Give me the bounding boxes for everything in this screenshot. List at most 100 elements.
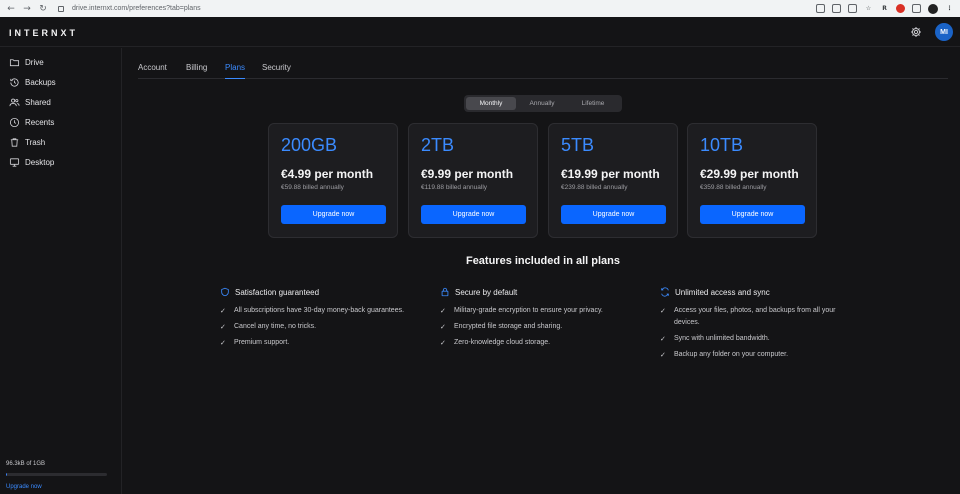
extensions-puzzle-icon[interactable] <box>912 4 921 13</box>
list-item: ✓ Premium support. <box>220 337 420 349</box>
check-icon: ✓ <box>660 351 666 359</box>
back-icon[interactable]: ← <box>6 4 16 14</box>
plan-price: €19.99 per month <box>561 167 660 181</box>
list-item: ✓ Access your files, photos, and backups … <box>660 305 860 329</box>
feature-heading: Unlimited access and sync <box>660 285 860 299</box>
feature-text: Zero-knowledge cloud storage. <box>454 339 551 346</box>
tab-billing[interactable]: Billing <box>186 63 207 79</box>
upgrade-now-button[interactable]: Upgrade now <box>421 205 526 224</box>
sidebar-item-shared[interactable]: Shared <box>9 95 51 109</box>
tab-account[interactable]: Account <box>138 63 167 79</box>
browser-toolbar: ← → ↻ drive.internxt.com/preferences?tab… <box>0 0 960 17</box>
period-annually-button[interactable]: Annually <box>516 97 568 110</box>
plan-billed-annually: €359.88 billed annually <box>700 184 767 191</box>
list-item: ✓ Sync with unlimited bandwidth. <box>660 333 860 345</box>
folder-icon <box>9 58 20 66</box>
feature-heading-label: Unlimited access and sync <box>675 287 770 297</box>
storage-progress-bar <box>6 473 107 476</box>
sidebar-item-label: Drive <box>25 57 44 67</box>
period-monthly-button[interactable]: Monthly <box>466 97 516 110</box>
feature-heading-label: Satisfaction guaranteed <box>235 287 320 297</box>
sidebar-item-backups[interactable]: Backups <box>9 75 56 89</box>
address-text: drive.internxt.com/preferences?tab=plans <box>72 5 201 12</box>
feature-text: All subscriptions have 30-day money-back… <box>234 307 405 314</box>
sidebar-item-label: Recents <box>25 117 55 127</box>
check-icon: ✓ <box>220 307 226 315</box>
list-item: ✓ All subscriptions have 30-day money-bac… <box>220 305 420 317</box>
browser-extensions: ☆ R ⋮ <box>816 3 954 14</box>
feature-text: Sync with unlimited bandwidth. <box>674 335 770 342</box>
plan-card-200gb: 200GB €4.99 per month €59.88 billed annu… <box>268 123 398 238</box>
bookmark-star-icon[interactable]: ☆ <box>864 4 873 13</box>
feature-heading: Satisfaction guaranteed <box>220 285 420 299</box>
address-bar[interactable]: drive.internxt.com/preferences?tab=plans <box>58 2 201 15</box>
desktop-icon <box>9 157 20 167</box>
list-item: ✓ Backup any folder on your computer. <box>660 349 860 361</box>
sidebar-item-trash[interactable]: Trash <box>9 135 45 149</box>
history-icon <box>10 77 19 87</box>
sidebar-item-recents[interactable]: Recents <box>9 115 54 129</box>
storage-progress-fill <box>6 473 7 476</box>
sidebar-item-label: Backups <box>25 77 56 87</box>
storage-usage-text: 96.3kB of 1GB <box>6 461 46 467</box>
feature-text: Access your files, photos, and backups f… <box>674 307 836 326</box>
plan-size: 200GB <box>281 135 338 155</box>
sidebar-item-label: Shared <box>25 97 51 107</box>
screenshot-icon[interactable] <box>832 4 841 13</box>
reload-icon[interactable]: ↻ <box>38 4 48 14</box>
clock-icon <box>9 117 20 127</box>
sidebar: Drive Backups Shared Recents Trash Deskt… <box>0 48 122 494</box>
feature-heading-label: Secure by default <box>455 287 518 297</box>
lock-icon <box>441 287 449 297</box>
sync-icon <box>661 287 669 297</box>
app: INTERNXT MI Drive Backups Shared Recents… <box>0 17 960 494</box>
feature-text: Premium support. <box>234 339 290 346</box>
gear-icon[interactable] <box>910 26 922 38</box>
list-item: ✓ Encrypted file storage and sharing. <box>440 321 640 333</box>
logo: INTERNXT <box>9 28 78 38</box>
browser-menu-icon[interactable]: ⋮ <box>945 4 954 13</box>
plan-billed-annually: €119.88 billed annually <box>421 184 488 191</box>
browser-profile-icon[interactable] <box>928 3 938 14</box>
translate-icon[interactable] <box>848 4 857 13</box>
feature-list: ✓ Access your files, photos, and backups … <box>660 305 860 361</box>
sidebar-item-label: Trash <box>25 137 46 147</box>
plan-billed-annually: €239.88 billed annually <box>561 184 628 191</box>
plan-size: 10TB <box>700 135 744 155</box>
feature-column-satisfaction: Satisfaction guaranteed ✓ All subscriptio… <box>220 285 420 353</box>
sidebar-item-drive[interactable]: Drive <box>9 55 44 69</box>
feature-text: Cancel any time, no tricks. <box>234 323 317 330</box>
site-info-icon[interactable] <box>58 5 64 12</box>
billing-period-switch: Monthly Annually Lifetime <box>464 95 622 112</box>
upgrade-now-button[interactable]: Upgrade now <box>700 205 805 224</box>
check-icon: ✓ <box>440 339 446 347</box>
plan-card-5tb: 5TB €19.99 per month €239.88 billed annu… <box>548 123 678 238</box>
period-lifetime-button[interactable]: Lifetime <box>568 97 618 110</box>
feature-column-security: Secure by default ✓ Military-grade encryp… <box>440 285 640 353</box>
check-icon: ✓ <box>440 323 446 331</box>
forward-icon[interactable]: → <box>22 4 32 14</box>
users-icon <box>9 98 20 106</box>
sidebar-item-desktop[interactable]: Desktop <box>9 155 54 169</box>
check-icon: ✓ <box>220 339 226 347</box>
key-icon[interactable] <box>816 4 825 13</box>
upgrade-now-button[interactable]: Upgrade now <box>561 205 666 224</box>
tab-plans[interactable]: Plans <box>225 63 246 79</box>
tab-security[interactable]: Security <box>262 63 291 79</box>
upgrade-now-button[interactable]: Upgrade now <box>281 205 386 224</box>
check-icon: ✓ <box>440 307 446 315</box>
plan-card-10tb: 10TB €29.99 per month €359.88 billed ann… <box>687 123 817 238</box>
plan-size: 2TB <box>421 135 455 155</box>
list-item: ✓ Military-grade encryption to ensure you… <box>440 305 640 317</box>
check-icon: ✓ <box>660 307 666 315</box>
feature-list: ✓ Military-grade encryption to ensure you… <box>440 305 640 349</box>
list-item: ✓ Cancel any time, no tricks. <box>220 321 420 333</box>
app-header: INTERNXT MI <box>0 17 960 47</box>
extension-r-icon[interactable]: R <box>880 4 889 13</box>
sidebar-upgrade-link[interactable]: Upgrade now <box>6 484 42 490</box>
list-item: ✓ Zero-knowledge cloud storage. <box>440 337 640 349</box>
plan-price: €4.99 per month <box>281 167 374 181</box>
extension-red-icon[interactable] <box>896 4 905 13</box>
check-icon: ✓ <box>660 335 666 343</box>
avatar[interactable]: MI <box>935 23 953 41</box>
